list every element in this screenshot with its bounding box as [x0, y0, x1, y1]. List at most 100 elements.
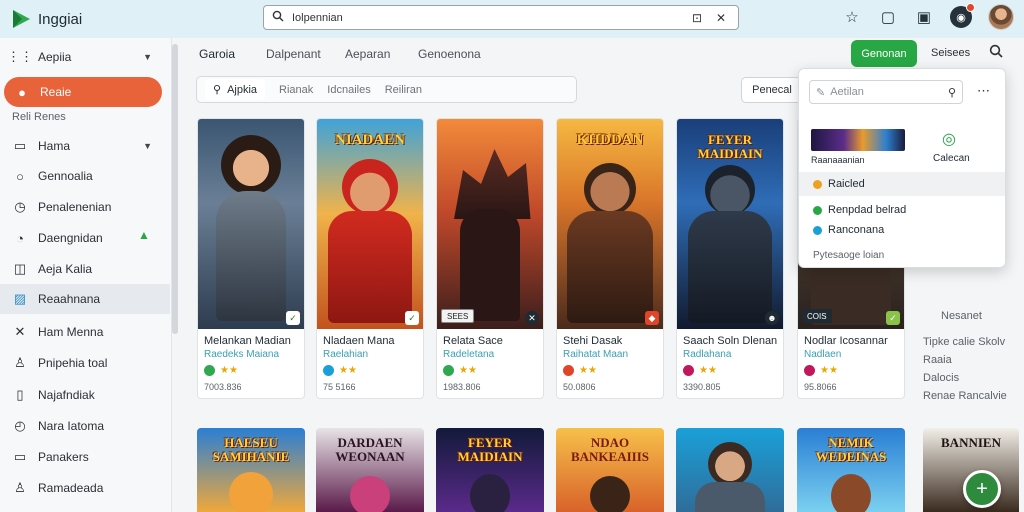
search-icon: ⚲ — [947, 86, 956, 99]
game-card[interactable]: NIADAEN ✓ Nladaen Mana Raelahian ★★ 75 5… — [316, 118, 424, 399]
pen-icon: ✎ — [816, 86, 826, 99]
sidebar-item-label: Hama — [38, 139, 71, 153]
side-info-line: Raaia — [923, 354, 952, 366]
filter-option[interactable]: Rianak — [279, 84, 313, 96]
game-name: Nladaen Mana — [323, 335, 395, 347]
popover-app-label: Calecan — [933, 153, 970, 164]
popover-footer[interactable]: Pytesaoge loian — [813, 250, 884, 261]
game-cover-title: BANNIEN — [941, 435, 1001, 450]
search-icon: ⚲ — [213, 84, 222, 96]
more-icon[interactable]: ⋯ — [977, 83, 990, 99]
sidebar-item-label: Ham Menna — [38, 325, 104, 339]
side-info-line: Renae Rancalvie — [923, 390, 1007, 402]
pin-icon: ◆ — [645, 311, 659, 325]
popover-search-input[interactable]: ✎ Aetilan ⚲ — [809, 80, 963, 104]
popover-item-label: Ranconana — [828, 224, 885, 236]
game-card[interactable]: KHDDAN ◆ Stehi Dasak Raihatat Maan ★★ 50… — [556, 118, 664, 399]
game-card[interactable]: FEYER MAIDIAIN — [436, 428, 544, 512]
search-input[interactable]: Iolpennian — [292, 12, 682, 24]
filter-popover: ✎ Aetilan ⚲ ⋯ Raanaaanian ◎ Calecan Raic… — [798, 68, 1006, 268]
search-bar[interactable]: Iolpennian ⊡ ✕ — [263, 5, 739, 30]
notification-dot — [966, 3, 975, 12]
game-card[interactable]: HAESEU SAMIHANIE — [197, 428, 305, 512]
sidebar-item-hama[interactable]: ▭ Hama ▼ — [0, 131, 170, 161]
side-info-heading: Nesanet — [941, 310, 982, 322]
popover-item-label: Renpdad belrad — [828, 204, 907, 216]
filter-option[interactable]: Idcnailes — [327, 84, 370, 96]
sidebar-item-aeja-kalia[interactable]: ◫ Aeja Kalia — [0, 254, 170, 284]
popover-search-placeholder: Aetilan — [830, 86, 864, 98]
popover-item[interactable]: Raicled — [799, 172, 1005, 196]
stars: ★★ — [579, 365, 597, 376]
store-icon[interactable]: ▣ — [914, 7, 934, 27]
star-icon[interactable]: ☆ — [842, 7, 862, 27]
popover-item[interactable]: Ranconana — [799, 218, 1005, 242]
sidebar-item-reaahnana[interactable]: ▨ Reaahnana — [0, 284, 170, 314]
game-meta: 75 5166 — [323, 382, 356, 392]
add-button[interactable]: + — [963, 470, 1001, 508]
sidebar-item-label: Panakers — [38, 450, 89, 464]
sidebar-item-panakers[interactable]: ▭ Panakers — [0, 442, 170, 472]
game-card[interactable]: NDAO BANKEAIIIS — [556, 428, 664, 512]
sidebar-item-apps[interactable]: ⋮⋮ Aepiia ▼ — [0, 42, 170, 72]
camera-icon[interactable]: ⊡ — [688, 11, 706, 25]
rating-icon — [804, 365, 815, 376]
sidebar-item-nara[interactable]: ◴ Nara Iatoma — [0, 411, 170, 441]
game-cover-title: FEYER MAIDIAIN — [697, 132, 763, 161]
sidebar-item-gennoalia[interactable]: ○ Gennoalia — [0, 161, 170, 191]
game-rating: ★★ — [317, 360, 423, 376]
sidebar-item-label: Pnipehia toal — [38, 356, 108, 370]
game-card[interactable]: NEMIK WEDEINAS — [797, 428, 905, 512]
tab-garoia[interactable]: Garoia — [199, 47, 235, 61]
side-info-line: Dalocis — [923, 372, 960, 384]
app-icon[interactable]: ◎ — [935, 129, 963, 149]
tablet-icon[interactable]: ▢ — [878, 7, 898, 27]
image-icon: ▨ — [13, 291, 27, 306]
sidebar-scrollbar[interactable] — [172, 44, 178, 334]
search-icon[interactable] — [989, 44, 1003, 62]
rating-icon — [563, 365, 574, 376]
popover-thumbnail-label: Raanaaanian — [811, 155, 865, 165]
verified-icon: ✓ — [405, 311, 419, 325]
game-name: Saach Soln Dlenan — [683, 335, 778, 347]
game-meta: 3390.805 — [683, 382, 721, 392]
rating-icon — [683, 365, 694, 376]
tab-aeparan[interactable]: Aeparan — [345, 47, 390, 61]
app-logo[interactable]: Inggiai — [10, 8, 82, 30]
sidebar: ⋮⋮ Aepiia ▼ ● Reaie Reli Renes ▭ Hama ▼ … — [0, 38, 172, 512]
game-card[interactable]: DARDAEN WEONAAN — [316, 428, 424, 512]
sidebar-item-ramadeada[interactable]: ♙ Ramadeada — [0, 473, 170, 503]
filter-chip-active[interactable]: ⚲ Ajpkia — [205, 79, 266, 100]
window-icon: ▭ — [13, 449, 27, 464]
sidebar-item-najafndiak[interactable]: ▯ Najafndiak — [0, 380, 170, 410]
popover-thumbnail[interactable] — [811, 129, 905, 151]
game-card[interactable]: ✓ Melankan Madian Raedeks Maiana ★★ 7003… — [197, 118, 305, 399]
close-icon[interactable]: ✕ — [712, 11, 730, 25]
game-cover: NIADAEN ✓ — [317, 119, 423, 329]
sidebar-item-ham-menna[interactable]: ✕ Ham Menna — [0, 317, 170, 347]
secondary-link[interactable]: Seisees — [931, 47, 970, 59]
chevron-down-icon: ▼ — [143, 52, 152, 62]
sidebar-item-label: Reaie — [40, 85, 72, 99]
sidebar-item-penalenenian[interactable]: ◷ Penalenenian — [0, 192, 170, 222]
tab-genoenona[interactable]: Genoenona — [418, 47, 481, 61]
top-actions: ☆ ▢ ▣ ◉ — [842, 3, 1014, 30]
avatar[interactable] — [988, 4, 1014, 30]
game-rating: ★★ — [557, 360, 663, 376]
game-cover-title: KHDDAN — [576, 132, 644, 148]
sidebar-item-pnipehia[interactable]: ♙ Pnipehia toal — [0, 348, 170, 378]
game-card[interactable]: SEES ✕ Relata Sace Radeletana ★★ 1983.80… — [436, 118, 544, 399]
game-card[interactable] — [676, 428, 784, 512]
filter-option[interactable]: Reiliran — [385, 84, 422, 96]
tab-dalpenant[interactable]: Dalpenant — [266, 47, 321, 61]
sort-button[interactable]: Penecal — [741, 77, 803, 103]
primary-action-button[interactable]: Genonan — [851, 40, 917, 67]
sidebar-item-home[interactable]: ● Reaie — [4, 77, 162, 107]
rating-icon — [323, 365, 334, 376]
game-name: Stehi Dasak — [563, 335, 623, 347]
game-name: Relata Sace — [443, 335, 503, 347]
game-cover-title: NDAO BANKEAIIIS — [570, 435, 650, 464]
game-card[interactable]: FEYER MAIDIAIN ☻ Saach Soln Dlenan Radla… — [676, 118, 784, 399]
notifications-icon[interactable]: ◉ — [950, 3, 975, 28]
filter-bar: ⚲ Ajpkia Rianak Idcnailes Reiliran — [196, 76, 577, 103]
